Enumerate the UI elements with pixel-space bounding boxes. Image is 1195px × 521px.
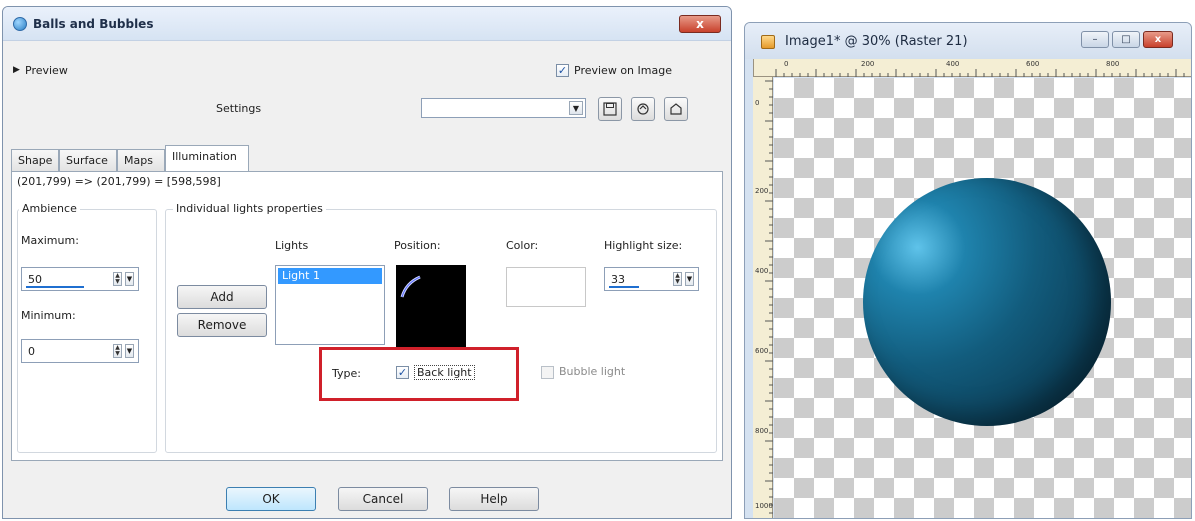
maximize-button[interactable]: □ bbox=[1112, 31, 1140, 48]
cancel-button[interactable]: Cancel bbox=[338, 487, 428, 511]
tab-illumination[interactable]: Illumination bbox=[165, 145, 249, 171]
ruler-ticks bbox=[765, 80, 773, 514]
chevron-down-icon[interactable]: ▼ bbox=[125, 344, 134, 358]
highlight-size-value: 33 bbox=[611, 273, 625, 286]
spin-updown-icon[interactable]: ▲ ▼ bbox=[113, 344, 122, 358]
settings-combo[interactable]: ▼ bbox=[421, 98, 586, 118]
balls-and-bubbles-dialog: Balls and Bubbles x ▶ Preview ✓ Preview … bbox=[2, 6, 732, 519]
maximum-spinner[interactable]: 50 ▲ ▼ ▼ bbox=[21, 267, 139, 291]
preview-toggle[interactable]: Preview bbox=[25, 64, 68, 77]
coordinates-readout: (201,799) => (201,799) = [598,598] bbox=[17, 175, 221, 188]
spin-updown-icon[interactable]: ▲ ▼ bbox=[113, 272, 122, 286]
individual-lights-title: Individual lights properties bbox=[173, 202, 326, 215]
minimum-value: 0 bbox=[28, 345, 35, 358]
image-close-button[interactable]: x bbox=[1143, 31, 1173, 48]
rendered-ball bbox=[863, 178, 1111, 426]
minimize-button[interactable]: – bbox=[1081, 31, 1109, 48]
image-canvas[interactable] bbox=[774, 78, 1191, 518]
ruler-label: 0 bbox=[755, 99, 760, 107]
spin-updown-icon[interactable]: ▲ ▼ bbox=[673, 272, 682, 286]
reset-icon bbox=[637, 103, 649, 115]
minimum-spinner[interactable]: 0 ▲ ▼ ▼ bbox=[21, 339, 139, 363]
list-item[interactable]: Light 1 bbox=[278, 268, 382, 284]
ruler-label: 400 bbox=[946, 60, 960, 68]
light-position-preview[interactable] bbox=[396, 265, 466, 347]
highlight-annotation-box bbox=[319, 347, 519, 401]
floppy-icon bbox=[603, 102, 617, 116]
help-button[interactable]: Help bbox=[449, 487, 539, 511]
ruler-ticks bbox=[775, 69, 1185, 77]
ruler-label: 1000 bbox=[755, 502, 773, 510]
highlight-size-spinner[interactable]: 33 ▲ ▼ ▼ bbox=[604, 267, 699, 291]
image-doc-icon bbox=[761, 35, 775, 49]
highlight-size-label: Highlight size: bbox=[604, 239, 683, 252]
ruler-label: 800 bbox=[1106, 60, 1120, 68]
maximum-label: Maximum: bbox=[21, 234, 79, 247]
lights-list[interactable]: Light 1 bbox=[275, 265, 385, 345]
ruler-label: 600 bbox=[755, 347, 769, 355]
ruler-label: 600 bbox=[1026, 60, 1040, 68]
minimum-label: Minimum: bbox=[21, 309, 76, 322]
dialog-close-button[interactable]: x bbox=[679, 15, 721, 33]
ambience-title: Ambience bbox=[19, 202, 80, 215]
settings-icon bbox=[670, 103, 682, 115]
highlight-level-bar bbox=[609, 286, 639, 288]
tab-surface[interactable]: Surface bbox=[59, 149, 117, 171]
add-light-button[interactable]: Add bbox=[177, 285, 267, 309]
maximum-level-bar bbox=[26, 286, 84, 288]
preview-on-image-label: Preview on Image bbox=[574, 64, 672, 77]
bubble-light-checkbox[interactable] bbox=[541, 366, 554, 379]
light-color-swatch[interactable] bbox=[506, 267, 586, 307]
maximum-value: 50 bbox=[28, 273, 42, 286]
color-label: Color: bbox=[506, 239, 539, 252]
chevron-down-icon[interactable]: ▼ bbox=[125, 272, 134, 286]
ruler-label: 800 bbox=[755, 427, 769, 435]
dialog-title: Balls and Bubbles bbox=[33, 17, 154, 31]
chevron-down-icon[interactable]: ▼ bbox=[685, 272, 694, 286]
reset-settings-button[interactable] bbox=[631, 97, 655, 121]
image-window-title: Image1* @ 30% (Raster 21) bbox=[785, 34, 968, 49]
ruler-label: 400 bbox=[755, 267, 769, 275]
position-label: Position: bbox=[394, 239, 441, 252]
remove-light-button[interactable]: Remove bbox=[177, 313, 267, 337]
light-arc-icon bbox=[400, 275, 421, 298]
chevron-down-icon[interactable]: ▼ bbox=[569, 101, 583, 115]
lights-label: Lights bbox=[275, 239, 309, 252]
horizontal-ruler[interactable]: 0 200 400 600 800 bbox=[753, 59, 1191, 77]
tab-shape[interactable]: Shape bbox=[11, 149, 59, 171]
preview-on-image-checkbox[interactable]: ✓ bbox=[556, 64, 569, 77]
ok-button[interactable]: OK bbox=[226, 487, 316, 511]
image-window: Image1* @ 30% (Raster 21) – □ x 0 200 40… bbox=[744, 22, 1192, 519]
save-settings-button[interactable] bbox=[598, 97, 622, 121]
ruler-label: 200 bbox=[755, 187, 769, 195]
dialog-titlebar: Balls and Bubbles x bbox=[3, 7, 731, 41]
settings-label: Settings bbox=[216, 102, 262, 115]
bubble-light-label: Bubble light bbox=[559, 365, 626, 378]
ruler-label: 200 bbox=[861, 60, 875, 68]
ruler-label: 0 bbox=[784, 60, 789, 68]
image-window-titlebar[interactable]: Image1* @ 30% (Raster 21) – □ x bbox=[745, 23, 1191, 59]
expand-arrow-icon[interactable]: ▶ bbox=[13, 65, 20, 75]
vertical-ruler[interactable]: 0 200 400 600 800 1000 bbox=[753, 77, 773, 518]
tab-maps[interactable]: Maps bbox=[117, 149, 165, 171]
settings-options-button[interactable] bbox=[664, 97, 688, 121]
app-icon bbox=[13, 17, 27, 31]
